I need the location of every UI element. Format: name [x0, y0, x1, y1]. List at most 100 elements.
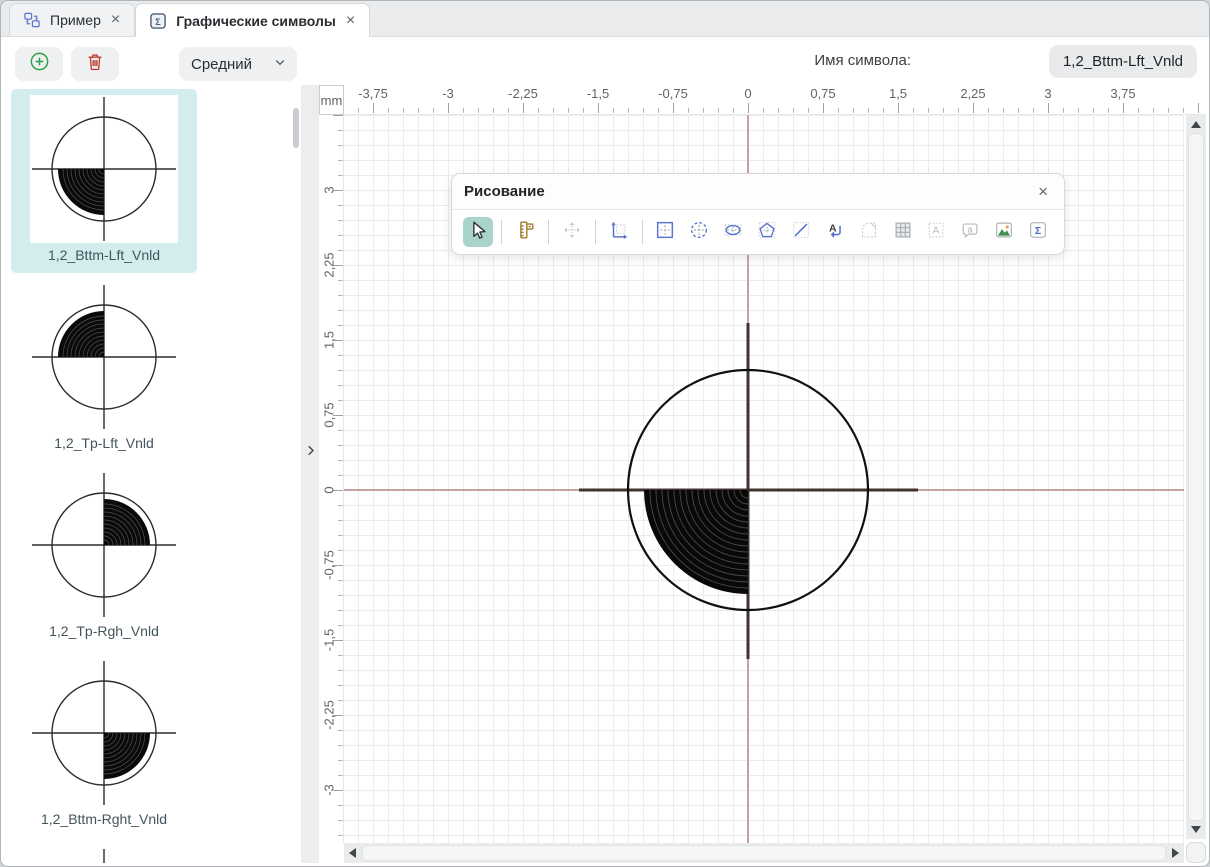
sidebar-collapse-button[interactable]	[301, 441, 319, 465]
drawing-panel-header[interactable]: Рисование ×	[452, 174, 1064, 210]
scroll-down-icon[interactable]	[1191, 826, 1201, 833]
ruler-tick	[338, 610, 343, 611]
move-arrows-icon	[561, 219, 583, 246]
size-dropdown[interactable]: Средний	[179, 47, 297, 81]
ruler-tick	[338, 400, 343, 401]
symbol-card[interactable]: 1,2_Tp-Lft_Vnld	[11, 277, 197, 461]
ruler-tick	[553, 108, 554, 113]
polygon-tool[interactable]	[752, 217, 782, 247]
circle-icon	[688, 219, 710, 246]
v-scrollbar-thumb[interactable]	[1188, 133, 1204, 821]
ruler-tick	[338, 325, 343, 326]
svg-text:A: A	[933, 225, 940, 236]
v-ruler-label: -2,25	[322, 698, 337, 732]
v-ruler-label: 0	[322, 473, 337, 507]
symbol-card-label: 1,2_Tp-Lft_Vnld	[11, 431, 197, 455]
h-ruler-label: 3	[1044, 86, 1051, 101]
scroll-up-icon[interactable]	[1191, 121, 1201, 128]
h-scrollbar[interactable]	[344, 843, 1184, 863]
h-ruler-label: 0	[744, 86, 751, 101]
ruler-tick-major	[1198, 103, 1199, 113]
ruler-tick	[338, 175, 343, 176]
symbol-card[interactable]: 1,2_Tp-Rgh_Vnld	[11, 465, 197, 649]
select-tool[interactable]	[463, 217, 493, 247]
tab-1[interactable]: Пример ×	[9, 3, 135, 36]
tab-close-icon[interactable]: ×	[109, 12, 122, 28]
tab-close-icon[interactable]: ×	[344, 13, 357, 29]
tab-label: Пример	[50, 12, 101, 28]
delete-symbol-button[interactable]	[71, 47, 119, 81]
image-tool[interactable]	[989, 217, 1019, 247]
v-ruler: 32,251,50,750-0,75-1,5-2,25-3	[319, 115, 344, 843]
symbol-name-bar: Имя символа: 1,2_Bttm-Lft_Vnld	[319, 37, 1210, 85]
v-scrollbar[interactable]	[1186, 115, 1206, 839]
ruler-tick	[338, 580, 343, 581]
ruler-tick	[338, 550, 343, 551]
ruler-tick-major	[448, 103, 449, 113]
ruler-tick	[628, 108, 629, 113]
axes-icon	[608, 219, 630, 246]
coordinate-axes-tool[interactable]	[604, 217, 634, 247]
circle-tool[interactable]	[684, 217, 714, 247]
measure-tool[interactable]	[510, 217, 540, 247]
ruler-tick	[433, 108, 434, 113]
trash-icon	[84, 51, 106, 78]
ruler-tick	[883, 108, 884, 113]
h-scrollbar-thumb[interactable]	[362, 845, 1166, 861]
ruler-tick	[913, 108, 914, 113]
symbol-name-field[interactable]: 1,2_Bttm-Lft_Vnld	[1049, 45, 1197, 78]
tab-bar: Пример×ΣГрафические символы×	[1, 1, 1210, 37]
flowchart-cycle-icon	[22, 10, 42, 30]
text-frame-tool: A	[922, 217, 952, 247]
scrollbar-corner[interactable]	[1186, 842, 1206, 863]
ruler-tick	[358, 108, 359, 113]
v-ruler-label: -0,75	[322, 548, 337, 582]
symbol-card[interactable]: 1,2_Bttm-Rght_Vnld	[11, 653, 197, 837]
formula-tool[interactable]: Σ	[1023, 217, 1053, 247]
ruler-tick	[778, 108, 779, 113]
ruler-tick	[338, 700, 343, 701]
ruler-tick	[853, 108, 854, 113]
line-tool[interactable]	[786, 217, 816, 247]
ruler-tick	[1108, 108, 1109, 113]
toolbar-separator	[595, 220, 596, 244]
ruler-tick	[943, 108, 944, 113]
ruler-tick	[1063, 108, 1064, 113]
text-tool[interactable]: A	[820, 217, 850, 247]
scroll-right-icon[interactable]	[1172, 848, 1179, 858]
ruler-tick-major	[598, 103, 599, 113]
symbol-card[interactable]: 1,2_Bttm-Lft_Vnld	[11, 89, 197, 273]
drawing-tools-row: A Aa Σ	[452, 210, 1064, 254]
ruler-tick	[338, 310, 343, 311]
ruler-tick-major	[673, 103, 674, 113]
sidebar-toolbar: Средний	[1, 37, 301, 89]
ruler-tick-major	[898, 103, 899, 113]
sidebar-scrollbar-thumb[interactable]	[293, 108, 299, 148]
ruler-tick	[868, 108, 869, 113]
ruler-unit-box: mm	[319, 85, 344, 115]
rectangle-tool[interactable]	[651, 217, 681, 247]
symbol-card[interactable]	[11, 841, 197, 863]
svg-text:Σ: Σ	[155, 16, 161, 26]
ruler-tick	[568, 108, 569, 113]
scroll-left-icon[interactable]	[349, 848, 356, 858]
move-tool	[557, 217, 587, 247]
add-symbol-button[interactable]	[15, 47, 63, 81]
ellipse-tool[interactable]	[718, 217, 748, 247]
symbol-thumbnail	[30, 95, 178, 243]
drawing-panel: Рисование × A Aa Σ	[451, 173, 1065, 255]
ruler-tick	[338, 805, 343, 806]
ruler-tick-major	[973, 103, 974, 113]
ruler-tick	[838, 108, 839, 113]
ruler-tick	[338, 280, 343, 281]
v-ruler-label: -3	[322, 773, 337, 807]
ruler-tick	[538, 108, 539, 113]
ruler-tick	[508, 108, 509, 113]
close-icon[interactable]: ×	[1034, 181, 1052, 202]
callout-icon: a	[959, 219, 981, 246]
measure-ruler-icon	[514, 219, 536, 246]
svg-text:a: a	[968, 224, 974, 234]
v-ruler-label: 1,5	[322, 323, 337, 357]
ruler-tick	[338, 670, 343, 671]
tab-2[interactable]: ΣГрафические символы×	[135, 3, 370, 37]
